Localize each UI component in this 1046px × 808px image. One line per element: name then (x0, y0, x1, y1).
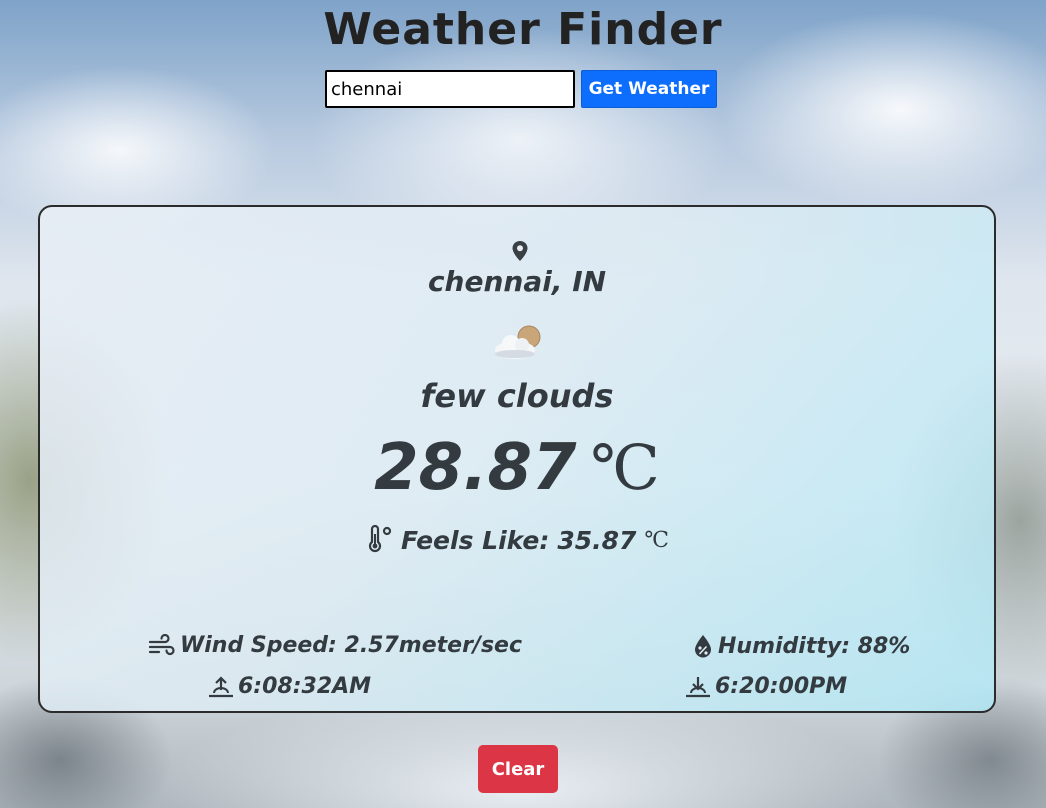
search-bar: Get Weather (325, 70, 717, 108)
feels-like-label: Feels Like: (400, 525, 550, 555)
sunset-stat: 6:20:00PM (685, 674, 847, 699)
sunrise-icon (209, 675, 233, 697)
city-search-input[interactable] (325, 70, 575, 108)
feels-like-row: Feels Like: 35.87 ℃ (40, 525, 994, 555)
sunrise-stat: 6:08:32AM (208, 674, 371, 699)
humidity-text: Humiditty: 88% (718, 633, 911, 659)
temperature-value: 28.87 (374, 431, 577, 505)
page-title: Weather Finder (323, 4, 723, 55)
city-name: chennai, IN (427, 265, 607, 298)
weather-description: few clouds (420, 377, 614, 415)
temperature-display: 28.87 ℃ (40, 431, 994, 505)
humidity-drop-icon (695, 635, 711, 658)
clear-button[interactable]: Clear (478, 745, 558, 793)
wind-speed-text: Wind Speed: 2.57meter/sec (180, 633, 523, 658)
get-weather-button[interactable]: Get Weather (581, 70, 717, 108)
wind-icon (148, 633, 175, 655)
sunrise-time: 6:08:32AM (238, 674, 372, 699)
thermometer-icon (368, 525, 392, 553)
weather-card: chennai, IN few clouds 28.87 ℃ Feels Like… (38, 205, 996, 713)
feels-like-value: 35.87 (557, 525, 637, 555)
feels-like-unit: ℃ (644, 527, 670, 553)
wind-speed-stat: Wind Speed: 2.57meter/sec (148, 633, 522, 658)
few-clouds-icon (495, 325, 541, 359)
temperature-unit: ℃ (590, 431, 660, 504)
sunset-icon (686, 676, 710, 697)
humidity-stat: Humiditty: 88% (692, 633, 910, 659)
sunset-time: 6:20:00PM (715, 674, 848, 699)
location-pin-icon (512, 241, 528, 261)
